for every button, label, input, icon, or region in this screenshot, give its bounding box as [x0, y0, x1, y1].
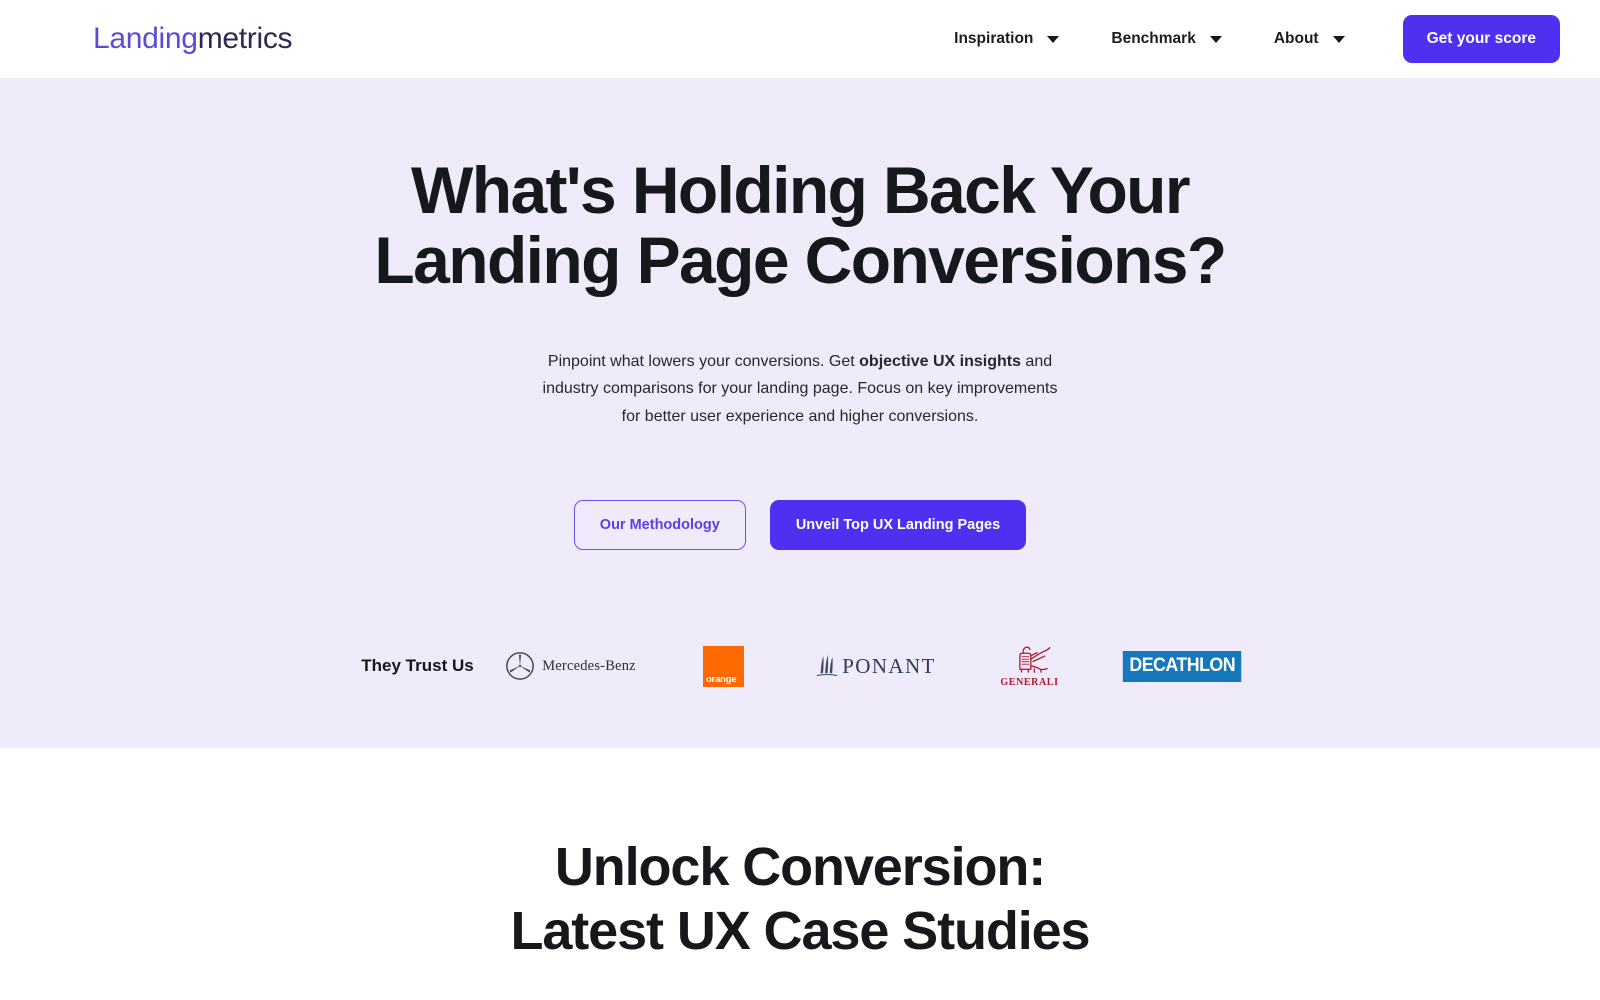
get-your-score-button[interactable]: Get your score [1402, 15, 1560, 63]
trust-label-cell: They Trust Us [341, 634, 494, 698]
hero-subtitle-part1: Pinpoint what lowers your conversions. G… [547, 352, 860, 370]
nav-item-benchmark[interactable]: Benchmark [1085, 20, 1247, 58]
hero-title: What's Holding Back Your Landing Page Co… [295, 155, 1305, 297]
ponant-sail-icon [817, 655, 838, 677]
unveil-top-ux-landing-pages-button[interactable]: Unveil Top UX Landing Pages [769, 500, 1027, 551]
nav-item-label: About [1273, 30, 1319, 47]
generali-winged-lion-icon [1018, 647, 1051, 674]
trust-label: They Trust Us [361, 656, 474, 676]
case-studies-section: Unlock Conversion: Latest UX Case Studie… [0, 748, 1600, 964]
brand-logo-first: Landing [93, 22, 198, 55]
trust-logos-row: They Trust Us Mercedes-Benz orange PONAN… [0, 634, 1600, 698]
nav-item-inspiration[interactable]: Inspiration [928, 20, 1085, 58]
mercedes-star-icon [506, 652, 535, 681]
hero-title-line2: Page Conversions? [636, 222, 1228, 297]
logo-decathlon: DECATHLON [1106, 634, 1259, 698]
orange-square-icon: orange [703, 645, 744, 687]
mercedes-benz-wordmark: Mercedes-Benz [542, 657, 636, 674]
hero-cta-group: Our Methodology Unveil Top UX Landing Pa… [0, 500, 1600, 551]
hero-section: What's Holding Back Your Landing Page Co… [0, 78, 1600, 748]
nav-item-label: Benchmark [1111, 30, 1196, 47]
logo-generali: GENERALI [953, 634, 1106, 698]
orange-wordmark: orange [706, 673, 737, 685]
ponant-wordmark: PONANT [842, 653, 936, 678]
logo-mercedes-benz: Mercedes-Benz [494, 634, 647, 698]
case-studies-title-line1: Unlock Conversion: [554, 837, 1046, 897]
nav-item-label: Inspiration [954, 30, 1034, 47]
logo-orange: orange [647, 634, 800, 698]
brand-logo[interactable]: Landing metrics [93, 22, 293, 56]
main-navigation: Inspiration Benchmark About Get your sco… [928, 15, 1560, 63]
site-header: Landing metrics Inspiration Benchmark Abo… [0, 0, 1600, 78]
hero-subtitle-highlight: objective UX insights [859, 352, 1021, 370]
chevron-down-icon[interactable] [1047, 35, 1060, 43]
generali-wordmark: GENERALI [1000, 677, 1059, 689]
chevron-down-icon[interactable] [1209, 35, 1222, 43]
chevron-down-icon[interactable] [1332, 35, 1345, 43]
nav-item-about[interactable]: About [1248, 20, 1371, 58]
hero-subtitle: Pinpoint what lowers your conversions. G… [540, 348, 1060, 431]
logo-ponant: PONANT [800, 634, 953, 698]
case-studies-title-line2: Latest UX Case Studies [510, 900, 1090, 961]
decathlon-wordmark: DECATHLON [1123, 650, 1242, 682]
our-methodology-button[interactable]: Our Methodology [573, 500, 746, 551]
brand-logo-second: metrics [197, 22, 293, 55]
case-studies-title: Unlock Conversion: Latest UX Case Studie… [0, 836, 1600, 963]
